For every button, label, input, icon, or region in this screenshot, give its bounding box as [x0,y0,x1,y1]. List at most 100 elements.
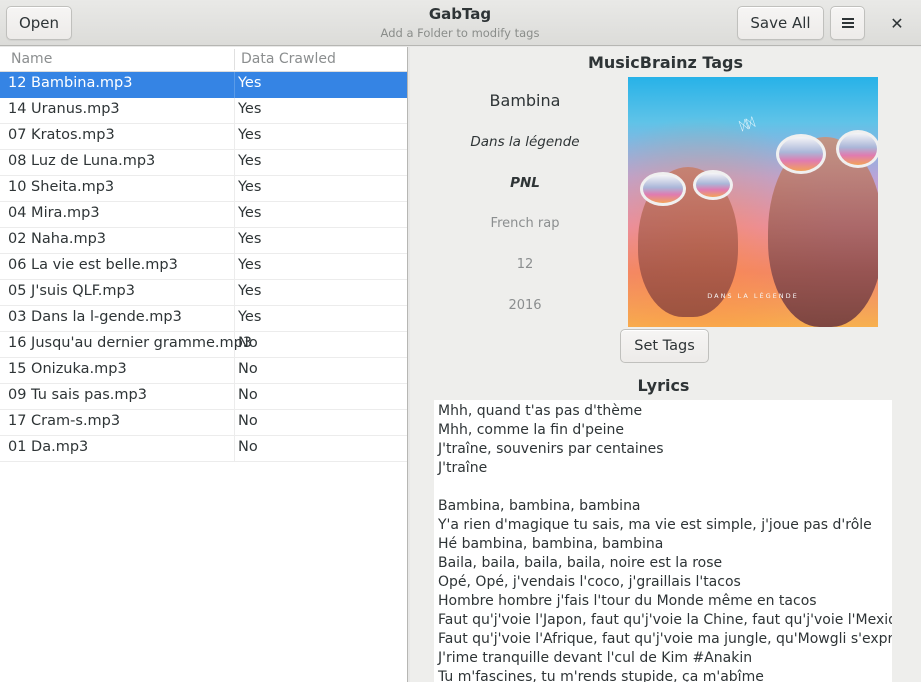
file-name-cell: 06 La vie est belle.mp3 [8,257,178,273]
file-list-row[interactable]: 16 Jusqu'au dernier gramme.mp3 No [0,332,407,358]
cell-divider [234,98,235,124]
file-name-cell: 03 Dans la l-gende.mp3 [8,309,182,325]
cell-divider [234,332,235,358]
cell-divider [234,436,235,462]
data-crawled-cell: No [238,361,258,377]
file-list-row[interactable]: 17 Cram-s.mp3 No [0,410,407,436]
lyric-line: Hombre hombre j'fais l'tour du Monde mêm… [438,593,817,609]
lyric-line: Tu m'fascines, tu m'rends stupide, ça m'… [438,669,764,682]
file-name-cell: 09 Tu sais pas.mp3 [8,387,147,403]
data-crawled-cell: Yes [238,101,262,117]
lyric-line: J'rime tranquille devant l'cul de Kim #A… [438,650,753,666]
column-divider[interactable] [234,49,235,70]
data-crawled-cell: Yes [238,283,262,299]
cell-divider [234,72,235,98]
lyric-line: Faut qu'j'voie l'Afrique, faut qu'j'voie… [438,631,892,647]
cover-sunglass-lens [776,134,826,174]
tag-title-value: Bambina [489,91,561,110]
file-list-header: Name Data Crawled [0,47,407,72]
data-crawled-cell: No [238,413,258,429]
lyric-line: J'traîne, souvenirs par centaines [438,441,664,457]
data-crawled-cell: Yes [238,75,262,91]
file-name-cell: 17 Cram-s.mp3 [8,413,121,429]
lyric-line [438,478,888,497]
file-name-cell: 14 Uranus.mp3 [8,101,120,117]
data-crawled-cell: Yes [238,153,262,169]
set-tags-button[interactable]: Set Tags [620,329,709,363]
file-name-cell: 04 Mira.mp3 [8,205,100,221]
file-list-row[interactable]: 05 J'suis QLF.mp3 Yes [0,280,407,306]
open-button[interactable]: Open [6,6,72,40]
file-list-row[interactable]: 14 Uranus.mp3 Yes [0,98,407,124]
cell-divider [234,150,235,176]
lyrics-lines: Mhh, quand t'as pas d'thème Mhh, comme la… [438,402,892,682]
save-all-button[interactable]: Save All [737,6,824,40]
cell-divider [234,254,235,280]
data-crawled-cell: Yes [238,257,262,273]
column-header-data-crawled[interactable]: Data Crawled [241,51,336,67]
tag-track-value: 12 [516,257,534,272]
data-crawled-cell: Yes [238,179,262,195]
file-list-panel: Name Data Crawled 12 Bambina.mp3 Yes 14 Ur… [0,47,408,682]
cell-divider [234,124,235,150]
data-crawled-cell: Yes [238,309,262,325]
cover-caption: DANS LA LÉGENDE [707,292,799,300]
window-title-area: GabTag Add a Folder to modify tags [360,5,560,40]
file-list-row[interactable]: 12 Bambina.mp3 Yes [0,72,407,98]
cell-divider [234,410,235,436]
lyric-line: Bambina, bambina, bambina [438,498,641,514]
cover-sunglass-lens [693,170,733,200]
file-list-row[interactable]: 04 Mira.mp3 Yes [0,202,407,228]
cell-divider [234,228,235,254]
tag-details-panel: MusicBrainz Tags Bambina Dans la légende… [410,47,921,682]
lyrics-text-area[interactable]: Mhh, quand t'as pas d'thème Mhh, comme la… [434,400,892,682]
file-name-cell: 15 Onizuka.mp3 [8,361,127,377]
file-list-row[interactable]: 15 Onizuka.mp3 No [0,358,407,384]
lyric-line: J'traîne [438,460,488,476]
file-list-row[interactable]: 03 Dans la l-gende.mp3 Yes [0,306,407,332]
lyric-line: Hé bambina, bambina, bambina [438,536,664,552]
data-crawled-cell: Yes [238,205,262,221]
album-cover-image: ᛞᛞ DANS LA LÉGENDE [628,77,878,327]
lyrics-section-title: Lyrics [637,376,690,395]
file-list-row[interactable]: 08 Luz de Luna.mp3 Yes [0,150,407,176]
tag-year-value: 2016 [508,298,542,313]
file-list-row[interactable]: 02 Naha.mp3 Yes [0,228,407,254]
data-crawled-cell: No [238,387,258,403]
close-icon: ✕ [890,13,904,33]
file-name-cell: 16 Jusqu'au dernier gramme.mp3 [8,335,253,351]
file-name-cell: 10 Sheita.mp3 [8,179,115,195]
tag-album-value: Dans la légende [470,134,580,150]
column-header-name[interactable]: Name [11,51,52,67]
cell-divider [234,384,235,410]
tag-genre-value: French rap [490,216,560,231]
musicbrainz-section-title: MusicBrainz Tags [587,53,744,72]
header-bar: Open GabTag Add a Folder to modify tags … [0,0,921,46]
file-list-row[interactable]: 01 Da.mp3 No [0,436,407,462]
cover-sunglass-lens [640,172,686,206]
hamburger-menu-icon [841,18,854,28]
tag-artist-value: PNL [510,175,540,191]
window-subtitle: Add a Folder to modify tags [380,26,540,40]
file-name-cell: 08 Luz de Luna.mp3 [8,153,156,169]
file-list-row[interactable]: 09 Tu sais pas.mp3 No [0,384,407,410]
close-button[interactable]: ✕ [884,10,910,36]
lyric-line: Mhh, comme la fin d'peine [438,422,624,438]
menu-button[interactable] [830,6,865,40]
file-list-row[interactable]: 06 La vie est belle.mp3 Yes [0,254,407,280]
data-crawled-cell: Yes [238,127,262,143]
lyric-line: Opé, Opé, j'vendais l'coco, j'graillais … [438,574,741,590]
lyric-line: Mhh, quand t'as pas d'thème [438,403,643,419]
lyric-line: Faut qu'j'voie l'Japon, faut qu'j'voie l… [438,612,892,628]
file-list-row[interactable]: 10 Sheita.mp3 Yes [0,176,407,202]
data-crawled-cell: No [238,335,258,351]
file-name-cell: 02 Naha.mp3 [8,231,107,247]
cover-sunglass-lens [836,130,878,168]
cell-divider [234,280,235,306]
file-list-rows: 12 Bambina.mp3 Yes 14 Uranus.mp3 Yes 07 Krat… [0,72,407,462]
window-title: GabTag [428,5,492,23]
file-name-cell: 12 Bambina.mp3 [8,75,133,91]
file-list-row[interactable]: 07 Kratos.mp3 Yes [0,124,407,150]
file-name-cell: 07 Kratos.mp3 [8,127,115,143]
lyric-line: Y'a rien d'magique tu sais, ma vie est s… [438,517,872,533]
